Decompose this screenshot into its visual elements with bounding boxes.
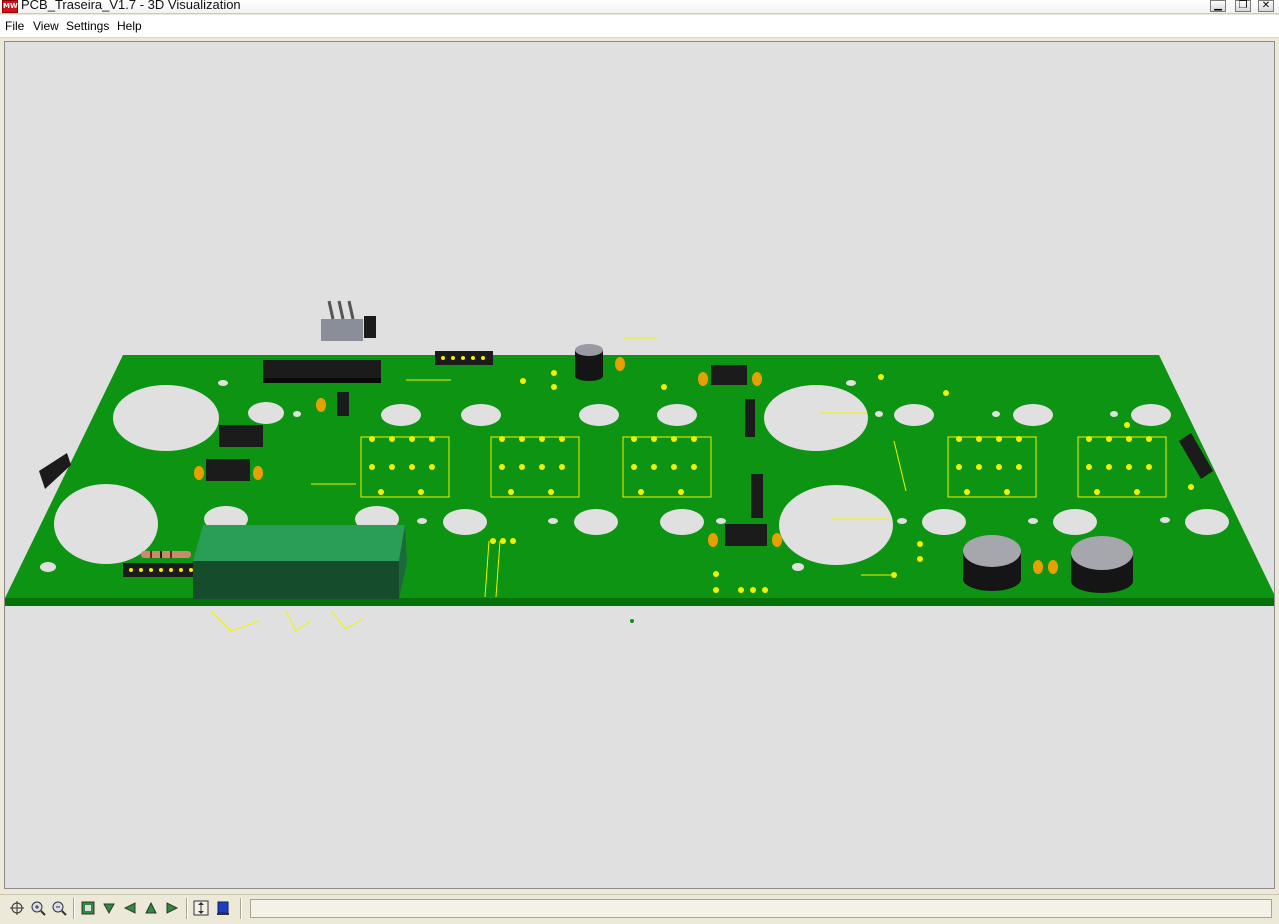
board-edge [5, 598, 1274, 606]
close-button[interactable]: ✕ [1258, 0, 1274, 12]
view-right-button[interactable] [163, 899, 181, 917]
toolbar-separator [73, 898, 75, 919]
title-bar: MW PCB_Traseira_V1.7 - 3D Visualization … [0, 0, 1279, 14]
toolbar-separator [186, 898, 188, 919]
view-left-icon [123, 902, 136, 914]
view-toolbar [0, 894, 1279, 924]
window-title: PCB_Traseira_V1.7 - 3D Visualization [21, 0, 241, 12]
maximize-button[interactable]: ❐ [1235, 0, 1251, 12]
view-right-icon [166, 902, 179, 914]
stray-mark [630, 619, 634, 623]
zoom-fit-button[interactable] [8, 899, 26, 917]
maximize-icon: ❐ [1238, 0, 1248, 11]
component-toggle-icon [217, 901, 229, 915]
minimize-button[interactable]: ▁ [1210, 0, 1226, 12]
toolbar-separator [240, 898, 242, 919]
view-front-button[interactable] [79, 899, 97, 917]
close-icon: ✕ [1261, 0, 1271, 11]
view-up-button[interactable] [142, 899, 160, 917]
menu-settings[interactable]: Settings [66, 19, 109, 33]
status-field [250, 899, 1272, 918]
zoom-out-icon [52, 901, 67, 916]
zoom-in-icon [31, 901, 46, 916]
voltage-regulator [321, 300, 363, 341]
view-front-icon [81, 901, 95, 915]
menu-view[interactable]: View [33, 19, 59, 33]
resistor [141, 551, 191, 558]
flip-view-button[interactable] [192, 899, 210, 917]
zoom-in-button[interactable] [29, 899, 47, 917]
component-toggle-button[interactable] [214, 899, 232, 917]
flip-view-icon [193, 900, 209, 916]
pcb-3d-render [5, 300, 1274, 632]
relay-component [193, 525, 407, 599]
view-down-icon [103, 903, 115, 915]
zoom-out-button[interactable] [50, 899, 68, 917]
view-left-button[interactable] [121, 899, 139, 917]
menu-file[interactable]: File [5, 19, 24, 33]
view-down-button[interactable] [100, 899, 118, 917]
minimize-icon: ▁ [1214, 0, 1222, 11]
zoom-fit-icon [10, 901, 24, 915]
menu-help[interactable]: Help [117, 19, 142, 33]
app-logo-icon: MW [2, 0, 18, 13]
menu-bar: File View Settings Help [0, 15, 1279, 38]
view-up-icon [145, 901, 157, 914]
3d-viewport[interactable] [4, 41, 1275, 889]
